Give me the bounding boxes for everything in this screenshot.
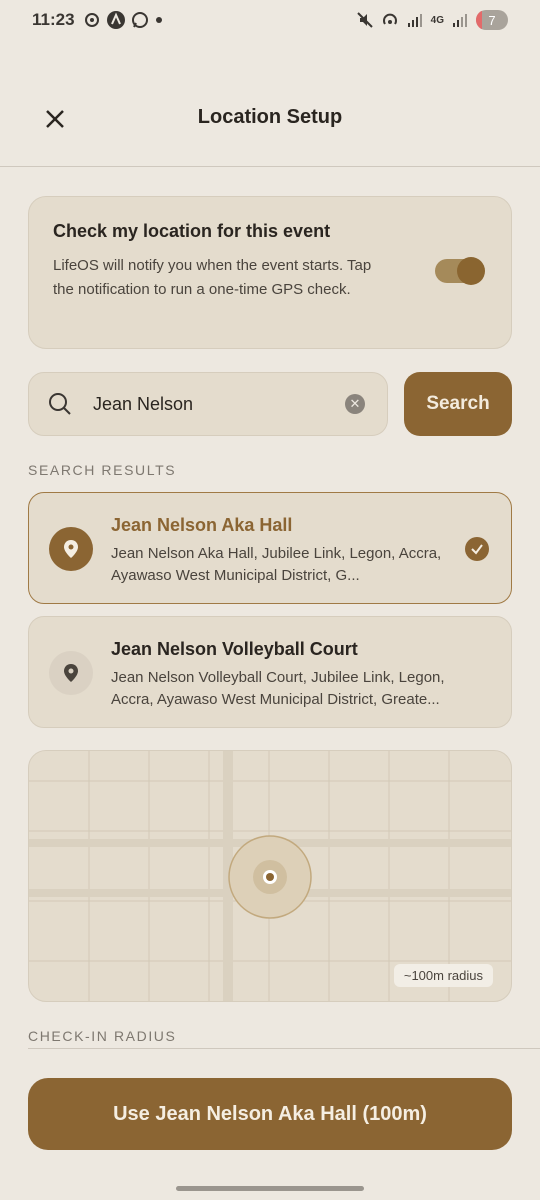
use-location-button[interactable]: Use Jean Nelson Aka Hall (100m) bbox=[28, 1078, 512, 1150]
result-address: Jean Nelson Volleyball Court, Jubilee Li… bbox=[111, 669, 445, 708]
radius-badge: ~100m radius bbox=[393, 964, 493, 987]
hotspot-icon bbox=[382, 13, 397, 25]
header: Location Setup bbox=[0, 78, 540, 167]
result-name: Jean Nelson Volleyball Court bbox=[111, 639, 358, 659]
signal-icon-2 bbox=[453, 14, 467, 27]
map-preview[interactable]: ~100m radius bbox=[28, 750, 512, 1002]
search-button[interactable]: Search bbox=[404, 372, 512, 436]
location-check-description: LifeOS will notify you when the event st… bbox=[53, 257, 372, 298]
divider bbox=[28, 1048, 540, 1049]
battery-icon: 7 bbox=[476, 10, 508, 30]
search-input[interactable] bbox=[91, 392, 345, 416]
whatsapp-icon bbox=[131, 12, 148, 28]
location-pin-icon bbox=[49, 527, 93, 571]
search-result-item[interactable]: Jean Nelson Aka Hall Jean Nelson Aka Hal… bbox=[28, 492, 512, 604]
result-name: Jean Nelson Aka Hall bbox=[111, 515, 293, 535]
mute-icon bbox=[356, 12, 373, 28]
search-result-item[interactable]: Jean Nelson Volleyball Court Jean Nelson… bbox=[28, 616, 512, 728]
notification-icons bbox=[83, 11, 163, 29]
clear-search-icon[interactable]: ✕ bbox=[345, 394, 365, 414]
toggle-knob bbox=[457, 257, 485, 285]
home-indicator[interactable] bbox=[176, 1186, 364, 1191]
search-results-label: SEARCH RESULTS bbox=[28, 462, 177, 478]
check-in-radius-label: CHECK-IN RADIUS bbox=[28, 1028, 177, 1044]
location-check-toggle[interactable] bbox=[435, 257, 485, 285]
check-icon bbox=[465, 537, 489, 561]
settings-gear-icon bbox=[84, 13, 99, 27]
page-title: Location Setup bbox=[197, 106, 343, 128]
app-a-icon bbox=[106, 11, 125, 29]
location-pin-icon bbox=[49, 651, 93, 695]
location-check-card: Check my location for this event LifeOS … bbox=[28, 196, 512, 349]
dot-icon bbox=[155, 17, 162, 23]
search-icon bbox=[49, 393, 71, 415]
status-right: 4G 7 bbox=[356, 10, 508, 30]
result-address: Jean Nelson Aka Hall, Jubilee Link, Lego… bbox=[111, 545, 442, 584]
search-field: ✕ bbox=[28, 372, 388, 436]
status-time: 11:23 bbox=[32, 10, 75, 29]
signal-icon bbox=[407, 14, 422, 27]
status-left: 11:23 bbox=[32, 10, 163, 30]
network-type: 4G bbox=[430, 14, 444, 26]
status-bar: 11:23 4G 7 bbox=[0, 0, 540, 40]
battery-level: 7 bbox=[488, 12, 496, 28]
location-check-title: Check my location for this event bbox=[53, 221, 331, 241]
